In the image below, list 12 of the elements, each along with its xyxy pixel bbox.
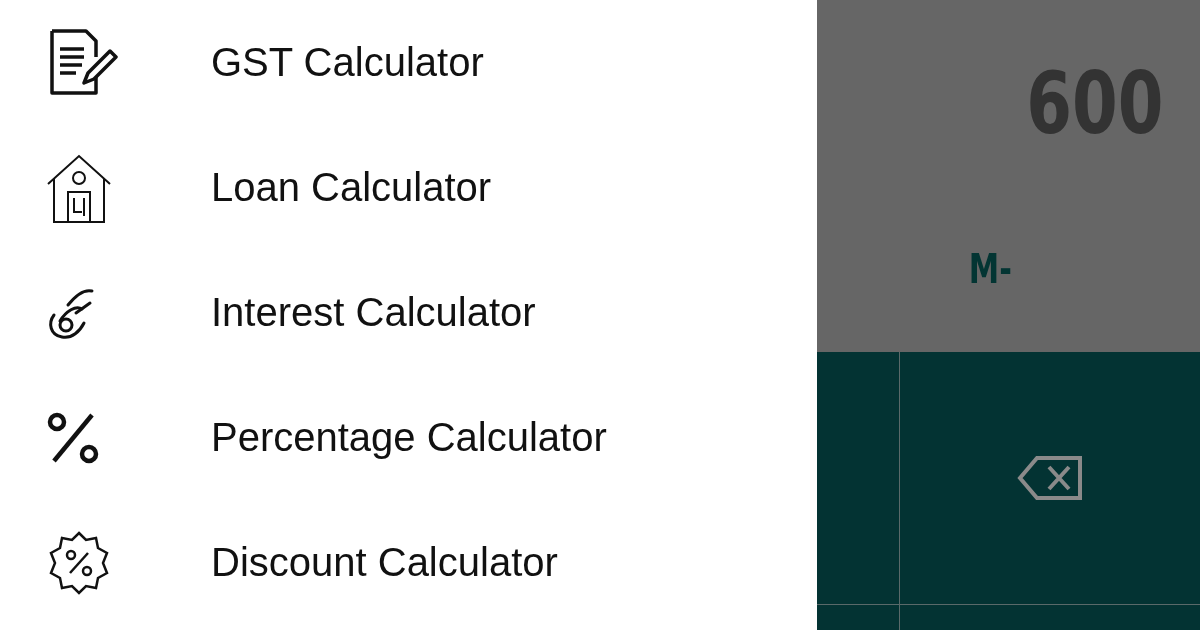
menu-item[interactable]: GST Calculator [211, 40, 484, 85]
menu-item[interactable]: Percentage Calculator [211, 415, 607, 460]
keypad-key[interactable] [817, 605, 899, 630]
percent-icon [46, 410, 100, 465]
backspace-key[interactable] [900, 352, 1200, 604]
menu-item[interactable]: Discount Calculator [211, 540, 558, 585]
keypad-key[interactable] [817, 352, 899, 604]
keypad-key[interactable] [900, 605, 1200, 630]
discount-badge-icon [46, 529, 112, 596]
menu-item[interactable]: Loan Calculator [211, 165, 492, 210]
backspace-icon [1017, 455, 1083, 501]
menu-item[interactable]: Interest Calculator [211, 290, 536, 335]
